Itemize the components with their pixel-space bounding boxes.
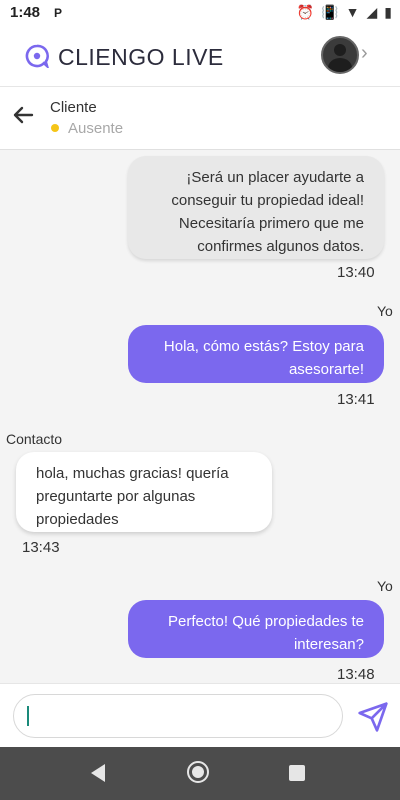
wifi-icon: ▼: [345, 4, 360, 20]
avatar-torso: [328, 58, 352, 72]
message-bubble: Perfecto! Qué propiedades te interesan?: [128, 600, 384, 658]
text-caret: [27, 706, 29, 726]
message-sender: Contacto: [6, 431, 63, 447]
message-input[interactable]: [13, 694, 343, 738]
avatar-head: [334, 44, 346, 56]
message-text: Perfecto! Qué propiedades te interesan?: [168, 613, 364, 653]
message-text: Hola, cómo estás? Estoy para asesorarte!: [163, 338, 364, 378]
send-icon[interactable]: [357, 701, 389, 733]
nav-home-icon[interactable]: [187, 761, 209, 783]
nav-recents-icon[interactable]: [289, 765, 305, 781]
chat-area[interactable]: ¡Será un placer ayudarte a conseguir tu …: [0, 150, 400, 683]
contact-name: Cliente: [50, 99, 97, 116]
user-avatar[interactable]: [321, 36, 359, 74]
parking-icon: P: [53, 6, 62, 20]
status-time: 1:48: [10, 4, 41, 21]
chevron-right-icon[interactable]: ›: [361, 42, 368, 65]
message-time: 13:40: [337, 264, 375, 281]
system-nav-bar: [0, 747, 400, 800]
message-sender: Yo: [377, 578, 393, 594]
status-bar: 1:48 P ⏰ 📳 ▼ ◢ ▮: [0, 0, 400, 26]
back-arrow-icon[interactable]: [11, 103, 35, 127]
app-header: CLIENGO LIVE ›: [0, 26, 400, 87]
app-title: CLIENGO LIVE: [58, 44, 224, 70]
message-text: hola, muchas gracias! quería preguntarte…: [36, 465, 229, 528]
message-bubble: ¡Será un placer ayudarte a conseguir tu …: [128, 156, 384, 259]
cliengo-logo-icon: [25, 44, 49, 68]
message-time: 13:41: [337, 391, 375, 408]
alarm-icon: ⏰: [296, 4, 315, 20]
nav-back-icon[interactable]: [89, 763, 107, 783]
contact-bar: Cliente Ausente: [0, 87, 400, 150]
contact-status: Ausente: [68, 120, 124, 137]
message-time: 13:43: [22, 539, 60, 556]
status-dot-icon: [51, 124, 59, 132]
message-bubble: hola, muchas gracias! quería preguntarte…: [16, 452, 272, 532]
status-icons: ⏰ 📳 ▼ ◢ ▮: [297, 4, 392, 21]
message-sender: Yo: [377, 303, 393, 319]
composer-bar: [0, 683, 400, 748]
battery-icon: ▮: [384, 4, 392, 20]
vibrate-icon: 📳: [321, 4, 339, 20]
signal-icon: ◢: [366, 4, 378, 20]
message-bubble: Hola, cómo estás? Estoy para asesorarte!: [128, 325, 384, 383]
message-text: ¡Será un placer ayudarte a conseguir tu …: [171, 169, 364, 255]
message-time: 13:48: [337, 666, 375, 683]
